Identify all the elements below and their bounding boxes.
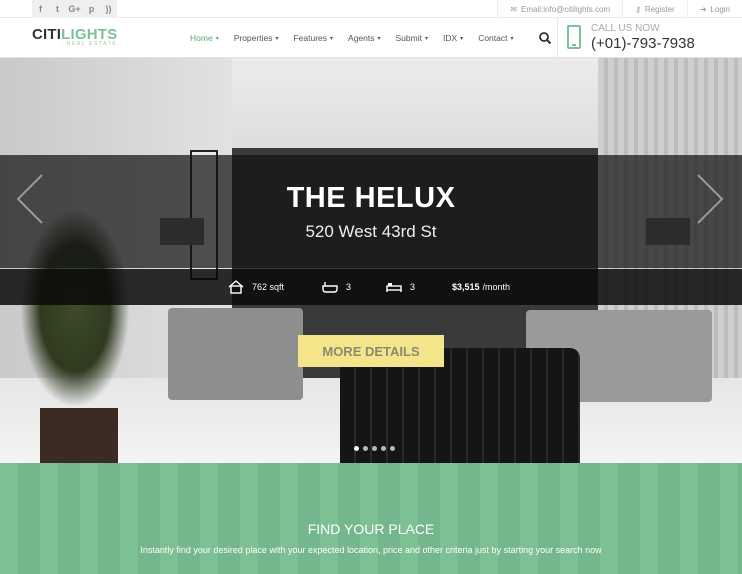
- nav-item-agents[interactable]: Agents ▾: [348, 33, 380, 43]
- email-text: Email:info@citilights.com: [521, 4, 611, 14]
- facebook-icon[interactable]: f: [32, 0, 49, 18]
- slider-dot[interactable]: [363, 446, 368, 451]
- price-value: $3,515: [452, 282, 480, 292]
- main-nav: Home ▾ Properties ▾ Features ▾ Agents ▾ Subm…: [190, 18, 529, 58]
- call-us-box: CALL US NOW (+01)-793-7938: [557, 18, 742, 58]
- slider-dot[interactable]: [354, 446, 359, 451]
- property-area: 762 sqft: [228, 269, 284, 305]
- chevron-down-icon: ▾: [330, 35, 334, 42]
- twitter-icon[interactable]: t: [49, 0, 66, 18]
- house-icon: [228, 280, 244, 294]
- slider-dot[interactable]: [372, 446, 377, 451]
- nav-item-idx[interactable]: IDX ▾: [443, 33, 463, 43]
- property-beds: 3: [386, 269, 415, 305]
- logo-primary: CITI: [32, 26, 62, 43]
- hero-stats-band: [0, 269, 742, 305]
- chevron-down-icon: ▾: [460, 35, 464, 42]
- google-plus-icon[interactable]: G+: [66, 0, 83, 18]
- property-price: $3,515 /month: [452, 269, 510, 305]
- call-us-label: CALL US NOW: [591, 23, 660, 34]
- find-your-place-section: FIND YOUR PLACE Instantly find your desi…: [0, 463, 742, 574]
- nav-item-features[interactable]: Features ▾: [293, 33, 333, 43]
- register-text: Register: [644, 4, 675, 14]
- login-text: Login: [710, 4, 730, 14]
- nav-item-home[interactable]: Home ▾: [190, 33, 219, 43]
- price-unit: /month: [482, 282, 511, 292]
- sign-in-icon: ➔: [699, 4, 707, 14]
- pinterest-icon[interactable]: p: [83, 0, 100, 18]
- login-link[interactable]: ➔ Login: [686, 0, 742, 18]
- bed-icon: [386, 283, 402, 292]
- envelope-icon: ✉: [510, 4, 518, 14]
- call-us-number[interactable]: (+01)-793-7938: [591, 35, 695, 52]
- slider-dot[interactable]: [390, 446, 395, 451]
- property-address: 520 West 43rd St: [305, 222, 437, 241]
- nav-item-contact[interactable]: Contact ▾: [478, 33, 513, 43]
- find-description: Instantly find your desired place with y…: [140, 545, 602, 555]
- property-title: THE HELUX: [286, 182, 456, 214]
- top-right-links: ✉ Email:info@citilights.com ⚷ Register ➔…: [497, 0, 742, 18]
- area-value: 762 sqft: [252, 282, 285, 292]
- social-links: f t G+ p )): [32, 0, 117, 18]
- baths-value: 3: [346, 282, 352, 292]
- chevron-down-icon: ▾: [275, 35, 279, 42]
- bathtub-icon: [322, 282, 338, 293]
- slider-dot[interactable]: [381, 446, 386, 451]
- register-link[interactable]: ⚷ Register: [622, 0, 687, 18]
- logo[interactable]: CITILIGHTS REAL ESTATE: [32, 27, 117, 47]
- more-details-button[interactable]: MORE DETAILS: [298, 335, 444, 367]
- property-baths: 3: [322, 269, 351, 305]
- top-bar: f t G+ p )) ✉ Email:info@citilights.com …: [0, 0, 742, 18]
- chevron-down-icon: ▾: [424, 35, 428, 42]
- beds-value: 3: [410, 282, 416, 292]
- chevron-down-icon: ▾: [510, 35, 514, 42]
- nav-item-properties[interactable]: Properties ▾: [234, 33, 279, 43]
- find-title: FIND YOUR PLACE: [307, 521, 435, 537]
- hero-slider: THE HELUX 520 West 43rd St 762 sqft 3 3 …: [0, 58, 742, 463]
- slider-dots: [354, 446, 399, 451]
- nav-item-submit[interactable]: Submit ▾: [396, 33, 428, 43]
- chevron-down-icon: ▾: [377, 35, 381, 42]
- site-header: CITILIGHTS REAL ESTATE Home ▾ Properties ▾…: [0, 18, 742, 58]
- rss-icon[interactable]: )): [100, 0, 117, 18]
- search-icon[interactable]: [538, 31, 552, 45]
- key-icon: ⚷: [635, 4, 641, 14]
- email-link[interactable]: ✉ Email:info@citilights.com: [497, 0, 622, 18]
- chevron-down-icon: ▾: [215, 35, 219, 42]
- mobile-phone-icon: [567, 25, 581, 49]
